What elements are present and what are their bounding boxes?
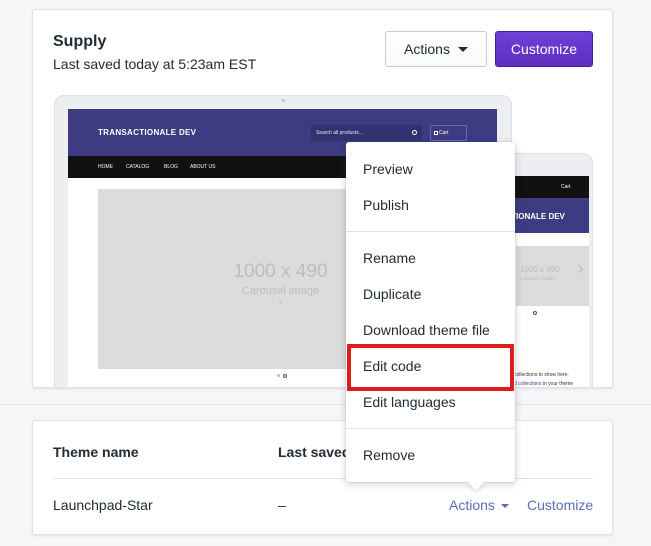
mobile-collections-rest: in your theme xyxy=(541,381,574,387)
store-brand: TRANSACTIONALE DEV xyxy=(98,128,197,137)
menu-item-duplicate[interactable]: Duplicate xyxy=(346,276,515,312)
store-cart-label: Cart xyxy=(439,130,449,136)
store-nav-item: HOME xyxy=(98,164,113,170)
theme-title: Supply xyxy=(53,33,107,50)
store-nav-item: CATALOG xyxy=(126,164,150,170)
theme-last-saved: Last saved today at 5:23am EST xyxy=(53,56,257,72)
column-header-theme-name: Theme name xyxy=(53,444,139,460)
row-actions-label: Actions xyxy=(449,497,495,513)
menu-item-publish[interactable]: Publish xyxy=(346,187,515,223)
menu-item-remove[interactable]: Remove xyxy=(346,437,515,473)
section-divider xyxy=(0,404,651,405)
mobile-carousel-label: Carousel image xyxy=(520,276,556,282)
column-header-last-saved: Last saved xyxy=(278,444,351,460)
customize-button[interactable]: Customize xyxy=(495,31,593,67)
actions-button-label: Actions xyxy=(404,41,450,57)
mobile-collections-text-2: d collections in your theme xyxy=(514,381,573,387)
camera-dot xyxy=(282,99,285,102)
store-nav-item: ABOUT US xyxy=(190,164,216,170)
mobile-cart-label: Cart xyxy=(561,184,571,190)
menu-item-preview[interactable]: Preview xyxy=(346,151,515,187)
mobile-carousel-size: 1000 x 490 xyxy=(520,265,560,274)
mobile-carousel: 1000 x 490 Carousel image xyxy=(516,246,589,306)
carousel-dots xyxy=(277,374,287,378)
carousel-dot-active xyxy=(283,374,287,378)
menu-separator xyxy=(346,231,515,232)
menu-item-rename[interactable]: Rename xyxy=(346,240,515,276)
row-last-saved: – xyxy=(278,497,286,513)
caret-down-icon xyxy=(500,504,509,508)
actions-dropdown-menu: Preview Publish Rename Duplicate Downloa… xyxy=(346,142,515,491)
menu-item-edit-languages[interactable]: Edit languages xyxy=(346,384,515,420)
mobile-carousel-dot xyxy=(533,311,537,315)
mobile-collections-text: collections to show here. xyxy=(514,372,569,378)
store-search-placeholder: Search all products... xyxy=(316,130,363,136)
search-icon xyxy=(412,130,417,135)
actions-button[interactable]: Actions xyxy=(385,31,487,67)
mobile-collections-link: d collections xyxy=(514,381,542,387)
row-theme-name: Launchpad-Star xyxy=(53,497,153,513)
row-actions-link[interactable]: Actions xyxy=(449,497,509,513)
menu-separator xyxy=(346,428,515,429)
row-customize-link[interactable]: Customize xyxy=(527,497,593,513)
current-theme-card: Supply Last saved today at 5:23am EST Ac… xyxy=(32,9,613,388)
store-search: Search all products... xyxy=(311,125,422,141)
store-cart: Cart xyxy=(430,125,467,141)
caret-down-icon xyxy=(457,46,468,52)
carousel-dot xyxy=(277,374,280,377)
theme-library-card: Theme name Last saved Launchpad-Star – A… xyxy=(32,420,613,535)
cart-icon xyxy=(434,131,438,135)
chevron-right-icon xyxy=(574,264,584,274)
store-nav-item: BLOG xyxy=(164,164,178,170)
menu-item-download-theme-file[interactable]: Download theme file xyxy=(346,312,515,348)
menu-item-edit-code[interactable]: Edit code xyxy=(346,348,515,384)
